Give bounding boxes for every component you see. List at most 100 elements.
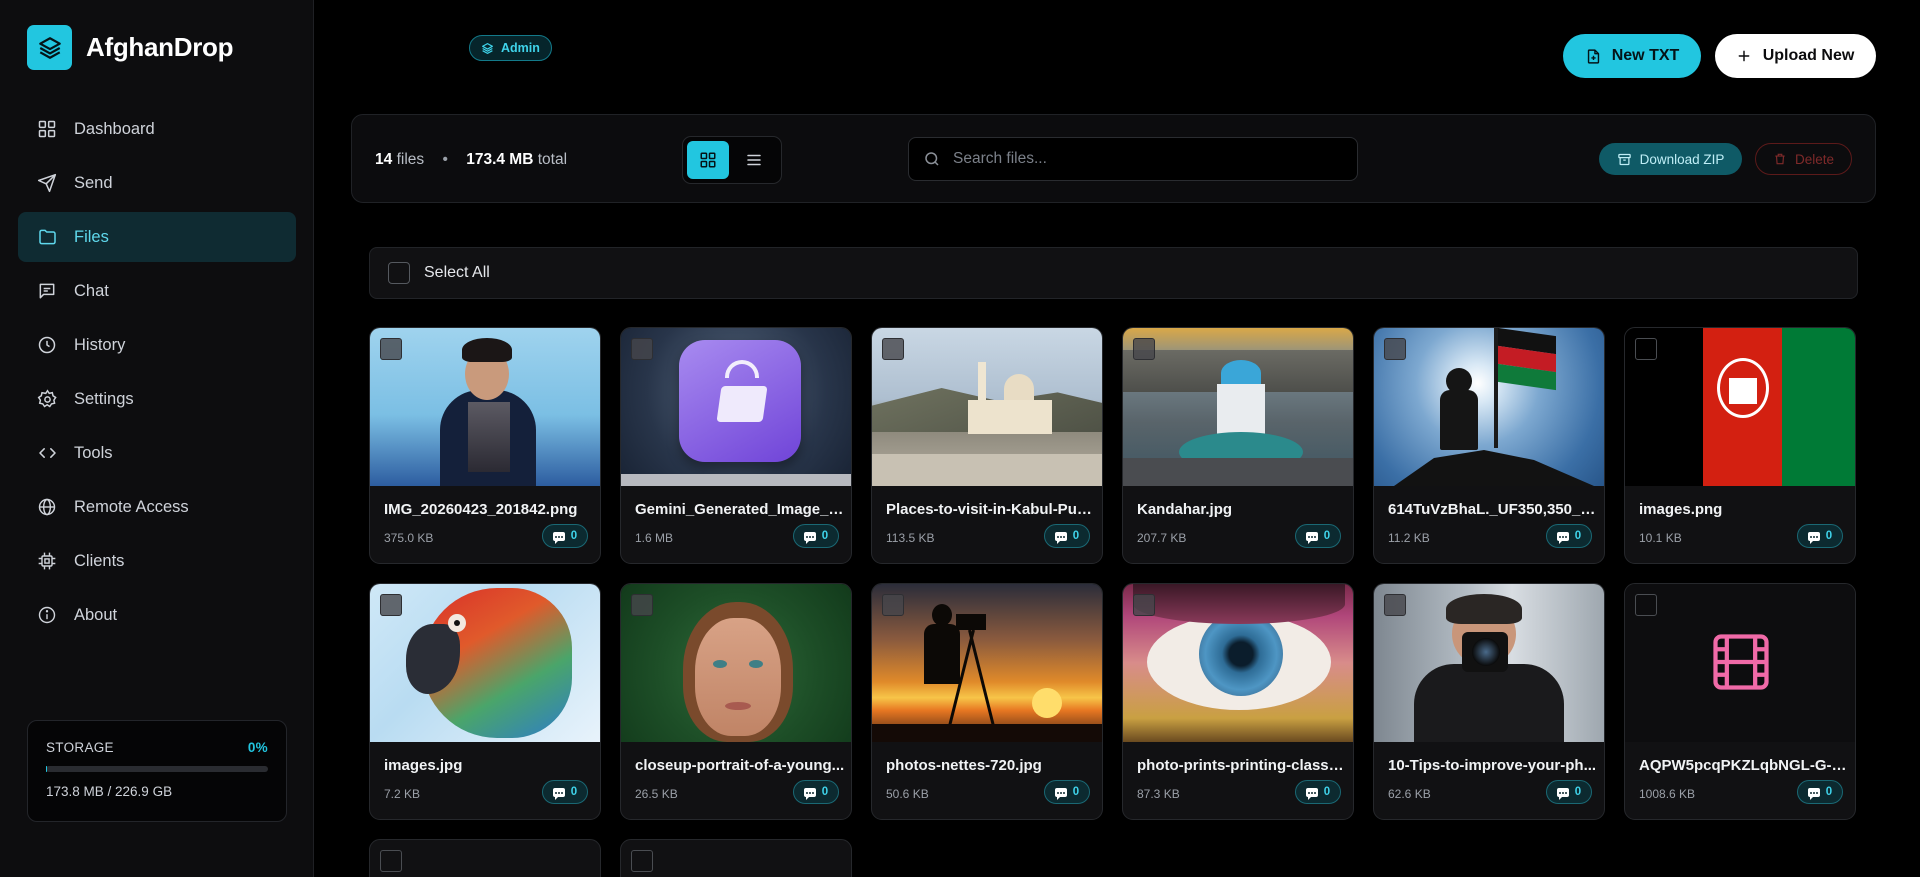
download-zip-button[interactable]: Download ZIP: [1599, 143, 1742, 175]
storage-widget: STORAGE 0% 173.8 MB / 226.9 GB: [27, 720, 287, 822]
list-view-button[interactable]: [733, 141, 775, 179]
comment-count: 0: [1825, 530, 1833, 542]
comment-count-badge[interactable]: 0: [1797, 780, 1843, 804]
file-card[interactable]: images.jpg 7.2 KB 0: [369, 583, 601, 820]
select-all-checkbox[interactable]: [388, 262, 410, 284]
file-card[interactable]: [620, 839, 852, 877]
comment-count-badge[interactable]: 0: [1295, 780, 1341, 804]
select-all-bar[interactable]: Select All: [369, 247, 1858, 299]
comment-count: 0: [821, 530, 829, 542]
file-name: Places-to-visit-in-Kabul-Pul-...: [886, 501, 1096, 518]
comment-count-badge[interactable]: 0: [1044, 780, 1090, 804]
sidebar-item-label: Tools: [74, 443, 113, 462]
storage-percent: 0%: [247, 740, 268, 755]
file-size: 11.2 KB: [1388, 531, 1430, 545]
sidebar-item-remote-access[interactable]: Remote Access: [18, 482, 296, 532]
file-name: AQPW5pcqPKZLqbNGL-G-X...: [1639, 757, 1849, 774]
delete-label: Delete: [1794, 151, 1835, 167]
file-card[interactable]: [369, 839, 601, 877]
file-thumbnail: [1374, 328, 1604, 486]
file-card[interactable]: Gemini_Generated_Image_e0... 1.6 MB 0: [620, 327, 852, 564]
brand[interactable]: AfghanDrop: [27, 25, 234, 70]
file-size: 207.7 KB: [1137, 531, 1187, 545]
file-checkbox[interactable]: [882, 338, 904, 360]
sidebar-item-label: Remote Access: [74, 497, 189, 516]
file-checkbox[interactable]: [631, 850, 653, 872]
search-input[interactable]: [953, 150, 1333, 168]
comment-icon: [1054, 787, 1067, 800]
file-checkbox[interactable]: [1384, 594, 1406, 616]
comment-icon: [1305, 787, 1318, 800]
sidebar-item-about[interactable]: About: [18, 590, 296, 640]
total-size: 173.4 MB: [466, 151, 534, 168]
file-size: 1.6 MB: [635, 531, 674, 545]
comment-count: 0: [1072, 530, 1080, 542]
file-thumbnail: [1625, 328, 1855, 486]
storage-label: STORAGE: [46, 740, 114, 755]
file-thumbnail: [1374, 584, 1604, 742]
file-checkbox[interactable]: [380, 850, 402, 872]
grid-view-button[interactable]: [687, 141, 729, 179]
file-card[interactable]: images.png 10.1 KB 0: [1624, 327, 1856, 564]
file-card[interactable]: photo-prints-printing-classic... 87.3 KB…: [1122, 583, 1354, 820]
sidebar-item-settings[interactable]: Settings: [18, 374, 296, 424]
file-card[interactable]: Kandahar.jpg 207.7 KB 0: [1122, 327, 1354, 564]
file-card[interactable]: 10-Tips-to-improve-your-ph... 62.6 KB 0: [1373, 583, 1605, 820]
sidebar-item-files[interactable]: Files: [18, 212, 296, 262]
sidebar-item-chat[interactable]: Chat: [18, 266, 296, 316]
comment-icon: [1556, 531, 1569, 544]
file-checkbox[interactable]: [631, 338, 653, 360]
new-txt-button[interactable]: New TXT: [1563, 34, 1701, 78]
file-card[interactable]: Places-to-visit-in-Kabul-Pul-... 113.5 K…: [871, 327, 1103, 564]
comment-count-badge[interactable]: 0: [793, 524, 839, 548]
comment-count: 0: [1323, 530, 1331, 542]
file-thumbnail: [872, 584, 1102, 742]
file-checkbox[interactable]: [1384, 338, 1406, 360]
comment-count-badge[interactable]: 0: [1295, 524, 1341, 548]
file-checkbox[interactable]: [631, 594, 653, 616]
sidebar-item-dashboard[interactable]: Dashboard: [18, 104, 296, 154]
delete-button[interactable]: Delete: [1755, 143, 1852, 175]
file-thumbnail: [1123, 584, 1353, 742]
comment-icon: [552, 787, 565, 800]
file-checkbox[interactable]: [380, 594, 402, 616]
sidebar-item-label: About: [74, 605, 118, 624]
sidebar-item-history[interactable]: History: [18, 320, 296, 370]
comment-count-badge[interactable]: 0: [1797, 524, 1843, 548]
comment-count-badge[interactable]: 0: [793, 780, 839, 804]
sidebar-item-tools[interactable]: Tools: [18, 428, 296, 478]
file-thumbnail: [370, 328, 600, 486]
video-file-icon: [1713, 634, 1769, 690]
layers-icon: [482, 42, 493, 54]
sidebar-item-label: Settings: [74, 389, 134, 408]
file-checkbox[interactable]: [1635, 594, 1657, 616]
files-toolbar: 14 files • 173.4 MB total Download ZIP D…: [351, 114, 1876, 203]
plus-icon: [1738, 50, 1750, 62]
sidebar-item-send[interactable]: Send: [18, 158, 296, 208]
file-size: 26.5 KB: [635, 787, 678, 801]
comment-icon: [1305, 531, 1318, 544]
file-card[interactable]: photos-nettes-720.jpg 50.6 KB 0: [871, 583, 1103, 820]
file-card[interactable]: 614TuVzBhaL._UF350,350_QL... 11.2 KB 0: [1373, 327, 1605, 564]
file-checkbox[interactable]: [1635, 338, 1657, 360]
sidebar-item-clients[interactable]: Clients: [18, 536, 296, 586]
file-thumbnail: [370, 584, 600, 742]
sidebar-item-label: History: [74, 335, 126, 354]
upload-new-button[interactable]: Upload New: [1715, 34, 1876, 78]
file-checkbox[interactable]: [380, 338, 402, 360]
file-checkbox[interactable]: [1133, 338, 1155, 360]
comment-count-badge[interactable]: 0: [1546, 524, 1592, 548]
file-card[interactable]: IMG_20260423_201842.png 375.0 KB 0: [369, 327, 601, 564]
comment-icon: [803, 531, 816, 544]
comment-count-badge[interactable]: 0: [542, 524, 588, 548]
comment-count-badge[interactable]: 0: [1044, 524, 1090, 548]
storage-usage: 173.8 MB / 226.9 GB: [46, 784, 173, 799]
file-checkbox[interactable]: [1133, 594, 1155, 616]
comment-count-badge[interactable]: 0: [1546, 780, 1592, 804]
comment-icon: [1556, 787, 1569, 800]
file-card[interactable]: AQPW5pcqPKZLqbNGL-G-X... 1008.6 KB 0: [1624, 583, 1856, 820]
comment-count-badge[interactable]: 0: [542, 780, 588, 804]
total-word: total: [537, 151, 568, 168]
file-checkbox[interactable]: [882, 594, 904, 616]
file-card[interactable]: closeup-portrait-of-a-young... 26.5 KB 0: [620, 583, 852, 820]
